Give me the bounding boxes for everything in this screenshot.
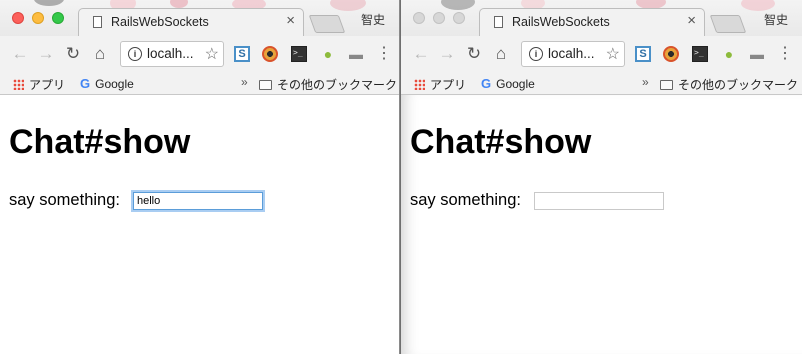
info-icon[interactable]: i xyxy=(529,47,543,61)
url-text[interactable]: localh... xyxy=(147,46,194,61)
toolbar: ← → ↻ ⌂ i localh... ☆ S >_ ● ▬ ⋮ xyxy=(0,36,399,72)
forward-icon[interactable]: → xyxy=(36,44,56,64)
bookmark-apps-label: アプリ xyxy=(430,78,467,92)
toolbar: ← → ↻ ⌂ i localh... ☆ S >_ ● ▬ ⋮ xyxy=(401,36,802,72)
bookmark-google-label: Google xyxy=(496,76,535,91)
menu-icon[interactable]: ⋮ xyxy=(777,44,793,64)
terminal-extension-icon[interactable]: >_ xyxy=(291,46,307,62)
bookmark-apps[interactable]: アプリ xyxy=(13,76,65,93)
page-icon xyxy=(494,16,503,28)
new-tab-button[interactable] xyxy=(709,15,747,33)
input-label: say something: xyxy=(9,191,120,209)
chat-message-input[interactable] xyxy=(133,192,263,210)
tab-close-icon[interactable]: × xyxy=(286,12,295,29)
window-controls xyxy=(12,12,64,24)
address-bar[interactable]: i localh... ☆ xyxy=(120,41,224,67)
input-label: say something: xyxy=(410,191,521,209)
more-bookmarks-icon[interactable]: » xyxy=(241,75,248,89)
google-icon: G xyxy=(80,76,91,91)
apps-grid-icon xyxy=(13,79,24,90)
tab-title: RailsWebSockets xyxy=(512,15,610,29)
page-content: Chat#show say something: xyxy=(0,95,399,354)
browser-window-right: RailsWebSockets × 智史 ← → ↻ ⌂ i localh...… xyxy=(401,0,802,354)
bookmark-star-icon[interactable]: ☆ xyxy=(205,44,219,64)
bookmark-google-label: Google xyxy=(95,76,134,91)
s-extension-icon[interactable]: S xyxy=(234,46,250,62)
eye-extension-icon[interactable] xyxy=(262,46,278,62)
page-content: Chat#show say something: xyxy=(401,95,802,354)
page-title: Chat#show xyxy=(410,123,592,161)
home-icon[interactable]: ⌂ xyxy=(90,44,110,64)
back-icon[interactable]: ← xyxy=(10,44,30,64)
minimize-window-button[interactable] xyxy=(433,12,445,24)
close-window-button[interactable] xyxy=(12,12,24,24)
close-window-button[interactable] xyxy=(413,12,425,24)
google-icon: G xyxy=(481,76,492,91)
profile-name[interactable]: 智史 xyxy=(361,11,385,28)
bookmark-google[interactable]: G Google xyxy=(80,76,134,91)
folder-icon xyxy=(259,79,272,90)
bookmark-apps[interactable]: アプリ xyxy=(414,76,466,93)
tab-railswebsockets[interactable]: RailsWebSockets × xyxy=(78,8,304,36)
bookmark-other[interactable]: その他のブックマーク xyxy=(660,76,798,93)
address-bar[interactable]: i localh... ☆ xyxy=(521,41,625,67)
chat-message-input[interactable] xyxy=(534,192,664,210)
bookmark-google[interactable]: G Google xyxy=(481,76,535,91)
mask-extension-icon[interactable]: ▬ xyxy=(348,46,364,62)
eye-extension-icon[interactable] xyxy=(663,46,679,62)
terminal-extension-icon[interactable]: >_ xyxy=(692,46,708,62)
profile-name[interactable]: 智史 xyxy=(764,11,788,28)
minimize-window-button[interactable] xyxy=(32,12,44,24)
android-extension-icon[interactable]: ● xyxy=(721,46,737,62)
page-icon xyxy=(93,16,102,28)
zoom-window-button[interactable] xyxy=(453,12,465,24)
tab-close-icon[interactable]: × xyxy=(687,12,696,29)
info-icon[interactable]: i xyxy=(128,47,142,61)
bookmark-other-label: その他のブックマーク xyxy=(277,78,398,92)
more-bookmarks-icon[interactable]: » xyxy=(642,75,649,89)
bookmark-star-icon[interactable]: ☆ xyxy=(606,44,620,64)
back-icon[interactable]: ← xyxy=(411,44,431,64)
reload-icon[interactable]: ↻ xyxy=(464,44,484,64)
tab-railswebsockets[interactable]: RailsWebSockets × xyxy=(479,8,705,36)
title-bar: RailsWebSockets × 智史 xyxy=(401,0,802,36)
bookmark-apps-label: アプリ xyxy=(29,78,66,92)
mask-extension-icon[interactable]: ▬ xyxy=(749,46,765,62)
forward-icon[interactable]: → xyxy=(437,44,457,64)
apps-grid-icon xyxy=(414,79,425,90)
bookmarks-bar: アプリ G Google » その他のブックマーク xyxy=(401,72,802,95)
url-text[interactable]: localh... xyxy=(548,46,595,61)
window-controls xyxy=(413,12,465,24)
bookmark-other[interactable]: その他のブックマーク xyxy=(259,76,397,93)
home-icon[interactable]: ⌂ xyxy=(491,44,511,64)
reload-icon[interactable]: ↻ xyxy=(63,44,83,64)
folder-icon xyxy=(660,79,673,90)
browser-window-left: RailsWebSockets × 智史 ← → ↻ ⌂ i localh...… xyxy=(0,0,400,354)
page-title: Chat#show xyxy=(9,123,191,161)
tab-title: RailsWebSockets xyxy=(111,15,209,29)
bookmark-other-label: その他のブックマーク xyxy=(678,78,799,92)
title-bar: RailsWebSockets × 智史 xyxy=(0,0,399,36)
s-extension-icon[interactable]: S xyxy=(635,46,651,62)
menu-icon[interactable]: ⋮ xyxy=(376,44,392,64)
zoom-window-button[interactable] xyxy=(52,12,64,24)
android-extension-icon[interactable]: ● xyxy=(320,46,336,62)
new-tab-button[interactable] xyxy=(308,15,346,33)
bookmarks-bar: アプリ G Google » その他のブックマーク xyxy=(0,72,399,95)
